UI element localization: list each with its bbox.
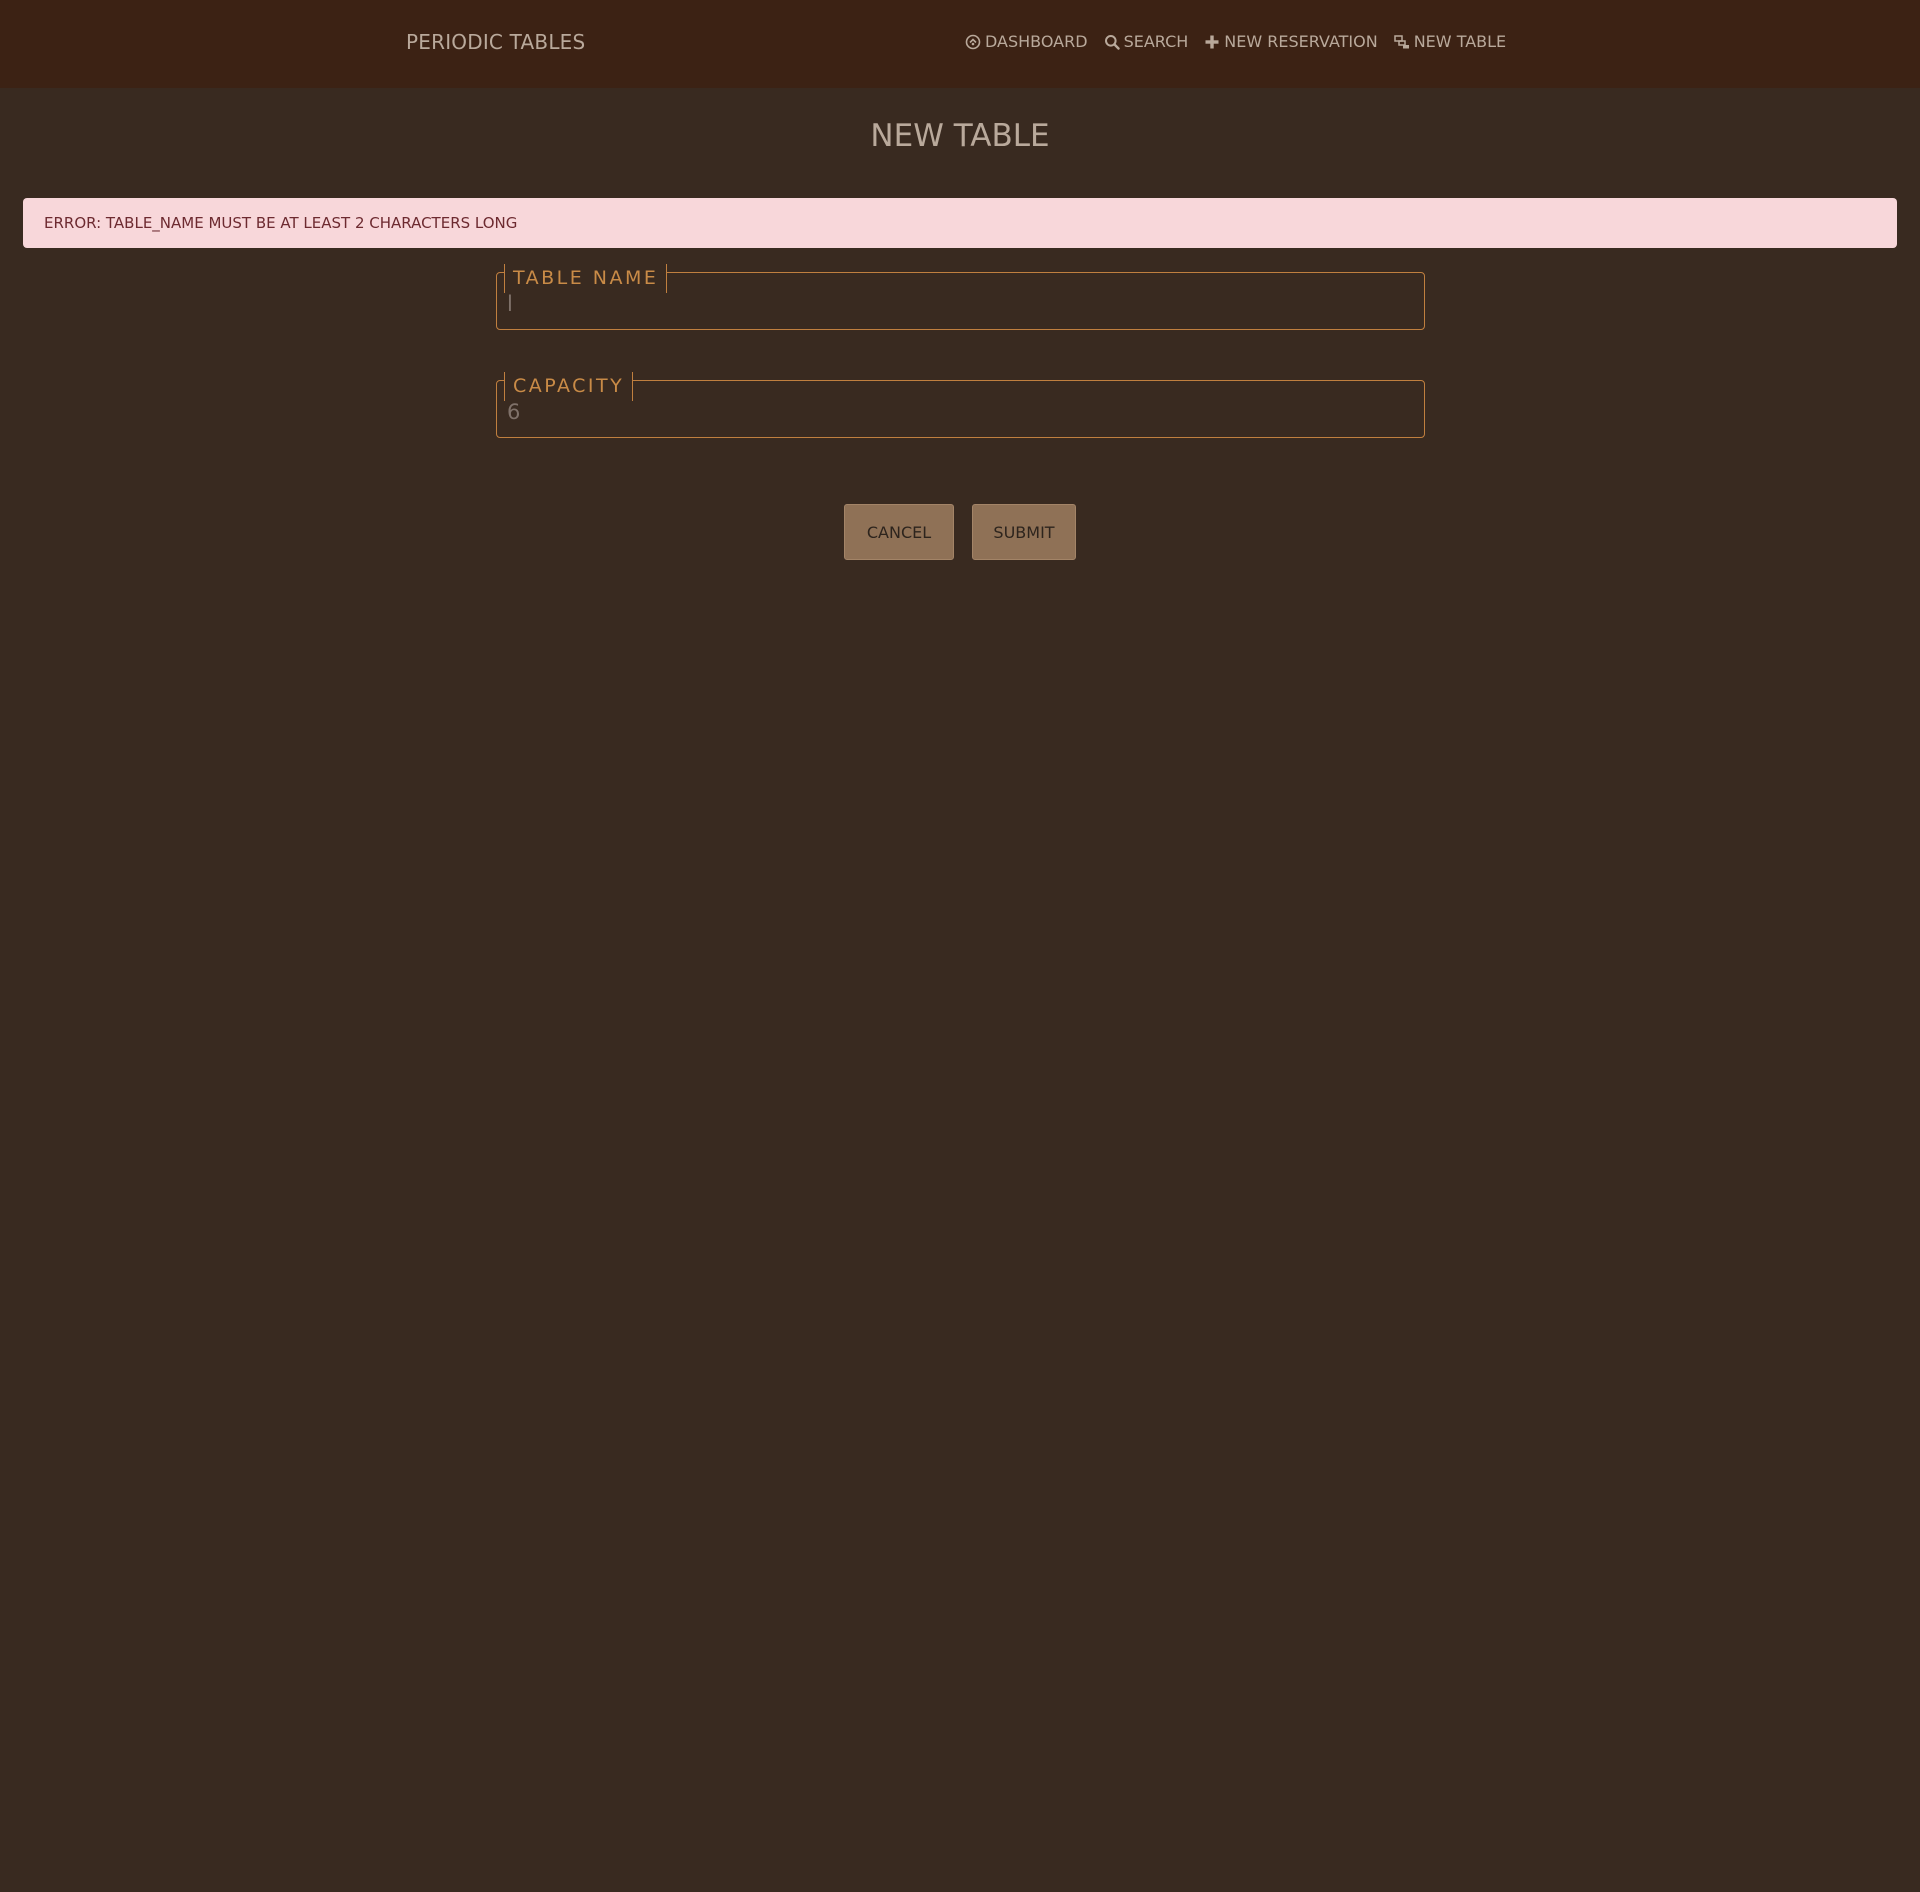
- table-layers-icon: [1393, 34, 1414, 50]
- capacity-fieldset: CAPACITY: [496, 372, 1425, 438]
- search-icon: [1104, 34, 1124, 50]
- top-navbar: PERIODIC TABLES DASHBOARD SEARCH NEW RES…: [0, 0, 1920, 88]
- table-name-fieldset: TABLE NAME: [496, 264, 1425, 330]
- nav-item-new-reservation[interactable]: NEW RESERVATION: [1204, 32, 1378, 51]
- dashboard-gauge-icon: [965, 34, 985, 50]
- error-message: ERROR: TABLE_NAME MUST BE AT LEAST 2 CHA…: [44, 214, 518, 232]
- nav-item-label: DASHBOARD: [985, 32, 1088, 51]
- page-title: NEW TABLE: [870, 118, 1050, 154]
- nav-item-label: SEARCH: [1123, 32, 1189, 51]
- nav-item-label: NEW RESERVATION: [1224, 32, 1378, 51]
- nav-item-dashboard[interactable]: DASHBOARD: [965, 32, 1088, 51]
- cancel-button[interactable]: CANCEL: [844, 504, 954, 560]
- main-nav: DASHBOARD SEARCH NEW RESERVATION NEW TAB…: [965, 32, 1506, 51]
- plus-icon: [1204, 34, 1224, 50]
- brand-title[interactable]: PERIODIC TABLES: [406, 30, 585, 54]
- nav-item-search[interactable]: SEARCH: [1104, 32, 1189, 51]
- nav-item-new-table[interactable]: NEW TABLE: [1393, 32, 1507, 51]
- submit-button[interactable]: SUBMIT: [972, 504, 1076, 560]
- table-name-input[interactable]: [507, 289, 1407, 319]
- capacity-input[interactable]: [507, 397, 1407, 427]
- nav-item-label: NEW TABLE: [1413, 32, 1507, 51]
- error-alert: ERROR: TABLE_NAME MUST BE AT LEAST 2 CHA…: [23, 198, 1897, 248]
